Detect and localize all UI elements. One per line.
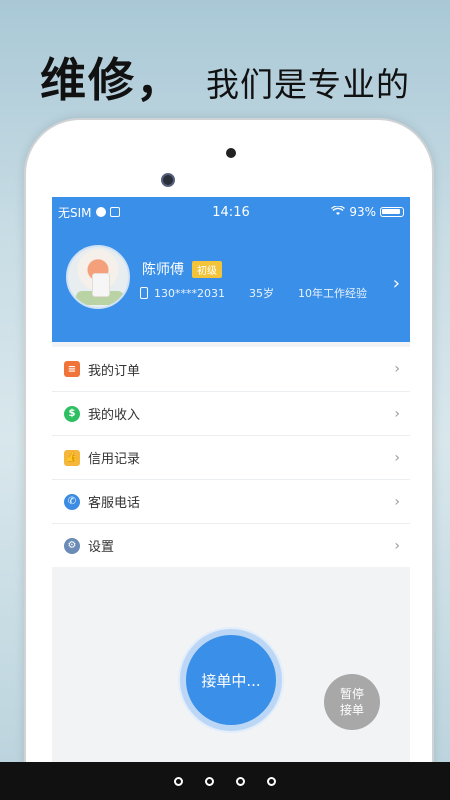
profile-age: 35岁 — [249, 287, 274, 300]
credit-icon: 👍 — [64, 449, 80, 466]
promo-title-small: 我们是专业的 — [206, 65, 410, 104]
carousel-dot[interactable] — [205, 776, 214, 786]
notification-icon — [109, 207, 120, 217]
menu-item-settings[interactable]: ⚙ 设置 › — [52, 523, 410, 567]
chevron-right-icon: › — [394, 537, 400, 554]
mobile-icon — [140, 287, 148, 299]
chevron-right-icon[interactable]: › — [393, 273, 400, 294]
accept-orders-button[interactable]: 接单中... — [180, 629, 282, 731]
battery-icon — [380, 207, 404, 217]
income-icon: $ — [64, 405, 80, 422]
menu-item-credit[interactable]: 👍 信用记录 › — [52, 435, 410, 479]
gear-icon: ⚙ — [64, 537, 80, 554]
pause-label-line2: 接单 — [339, 703, 364, 717]
profile-phone: 130****2031 — [154, 286, 225, 300]
menu-item-label: 信用记录 — [88, 452, 141, 467]
carrier-label: 无SIM — [58, 205, 92, 220]
menu-item-label: 设置 — [88, 540, 115, 555]
profile-name-row: 陈师傅 初级 — [142, 259, 222, 279]
menu-item-orders[interactable]: ≡ 我的订单 › — [52, 347, 410, 391]
avatar[interactable] — [66, 245, 130, 309]
front-camera — [161, 173, 175, 187]
chevron-right-icon: › — [394, 361, 400, 377]
chevron-right-icon: › — [394, 405, 400, 422]
menu-item-service-phone[interactable]: ✆ 客服电话 › — [52, 479, 410, 523]
profile-header: 无SIM 14:16 93% 陈师傅 初级 130****2031 35岁 10… — [52, 197, 410, 342]
speaker — [226, 148, 236, 158]
menu-list: ≡ 我的订单 › $ 我的收入 › 👍 信用记录 › ✆ 客服电话 › ⚙ 设置… — [52, 347, 410, 567]
menu-item-label: 我的订单 — [88, 363, 141, 379]
chevron-right-icon: › — [394, 449, 400, 466]
pause-orders-button[interactable]: 暂停 接单 — [324, 674, 380, 730]
menu-item-label: 客服电话 — [88, 496, 141, 511]
promo-headline: 维修， 我们是专业的 — [0, 44, 450, 114]
sync-icon — [95, 207, 106, 217]
chevron-right-icon: › — [394, 493, 400, 510]
phone-frame: 无SIM 14:16 93% 陈师傅 初级 130****2031 35岁 10… — [24, 118, 434, 800]
menu-item-label: 我的收入 — [88, 408, 141, 423]
carousel-dot[interactable] — [267, 776, 276, 786]
carousel-dot[interactable] — [174, 776, 183, 786]
profile-card[interactable]: 陈师傅 初级 130****2031 35岁 10年工作经验 › — [52, 245, 410, 315]
app-screen: 无SIM 14:16 93% 陈师傅 初级 130****2031 35岁 10… — [52, 197, 410, 763]
status-time: 14:16 — [212, 204, 250, 220]
status-bar: 无SIM 14:16 93% — [52, 197, 410, 227]
profile-name: 陈师傅 — [142, 262, 184, 278]
menu-item-income[interactable]: $ 我的收入 › — [52, 391, 410, 435]
phone-icon: ✆ — [64, 493, 80, 510]
profile-meta: 130****2031 35岁 10年工作经验 — [140, 285, 367, 301]
battery-percent: 93% — [349, 205, 376, 219]
orders-icon: ≡ — [64, 361, 80, 377]
carousel-indicator — [0, 762, 450, 800]
carousel-dot[interactable] — [236, 776, 245, 786]
pause-label-line1: 暂停 — [339, 687, 364, 701]
promo-title-big: 维修， — [40, 53, 184, 107]
profile-experience: 10年工作经验 — [298, 287, 367, 300]
wifi-icon — [331, 205, 346, 219]
level-badge: 初级 — [192, 260, 222, 278]
